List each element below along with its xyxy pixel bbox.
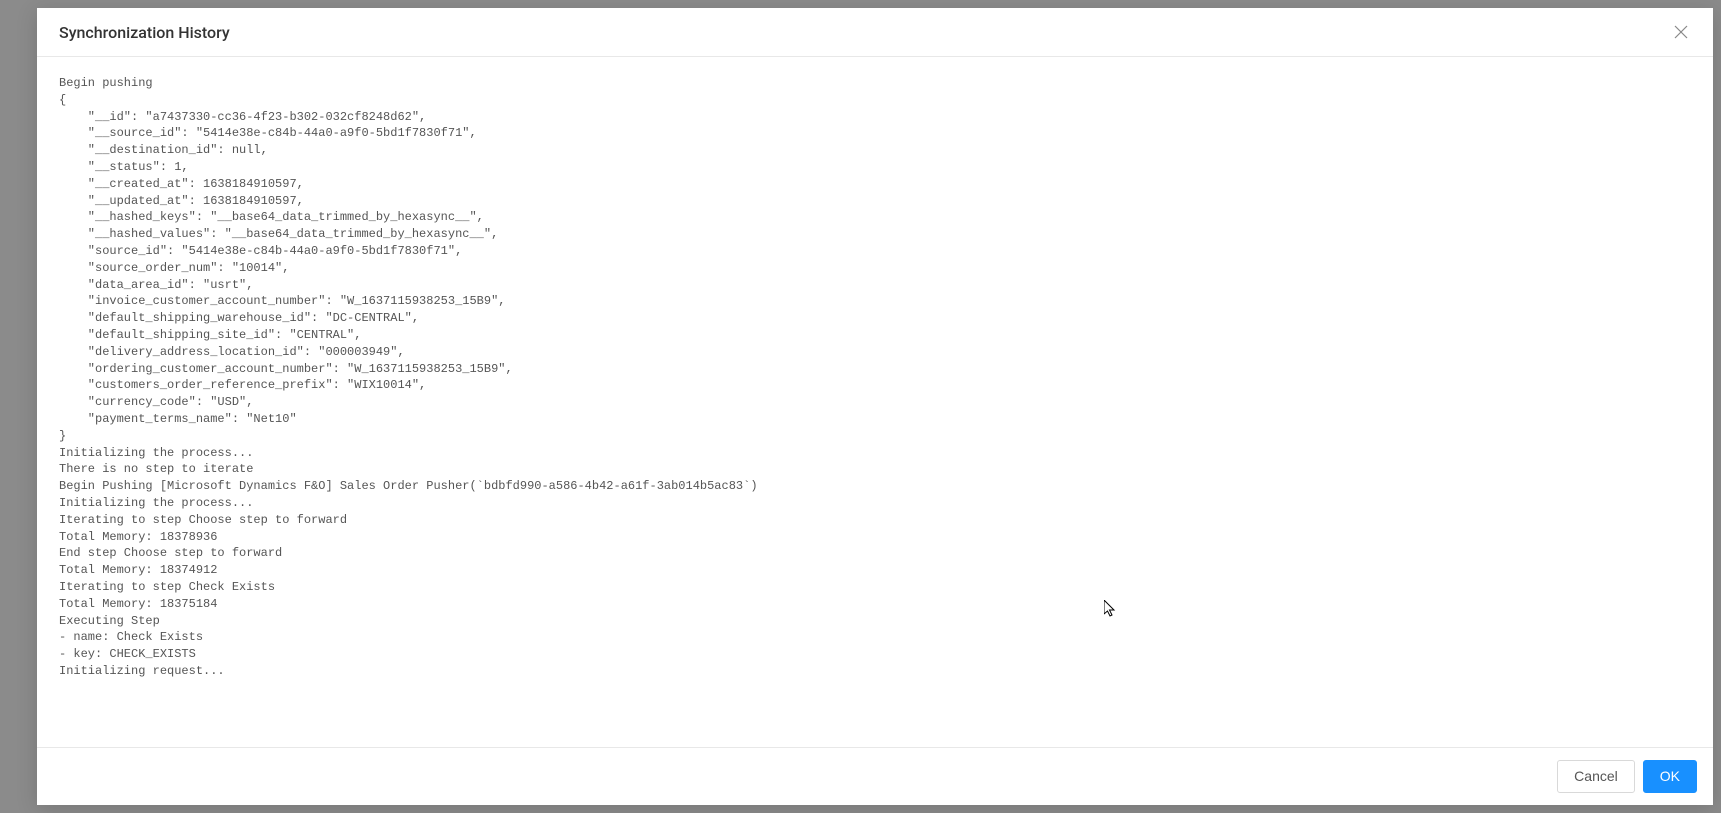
- close-icon: [1674, 25, 1688, 39]
- sync-log-content: Begin pushing { "__id": "a7437330-cc36-4…: [59, 75, 1691, 680]
- cancel-button[interactable]: Cancel: [1557, 760, 1635, 793]
- modal-footer: Cancel OK: [37, 747, 1713, 805]
- modal-body[interactable]: Begin pushing { "__id": "a7437330-cc36-4…: [37, 57, 1713, 747]
- ok-button[interactable]: OK: [1643, 760, 1697, 793]
- close-button[interactable]: [1671, 22, 1691, 42]
- modal-title: Synchronization History: [59, 23, 230, 42]
- modal-header: Synchronization History: [37, 8, 1713, 57]
- sync-history-modal: Synchronization History Begin pushing { …: [37, 8, 1713, 805]
